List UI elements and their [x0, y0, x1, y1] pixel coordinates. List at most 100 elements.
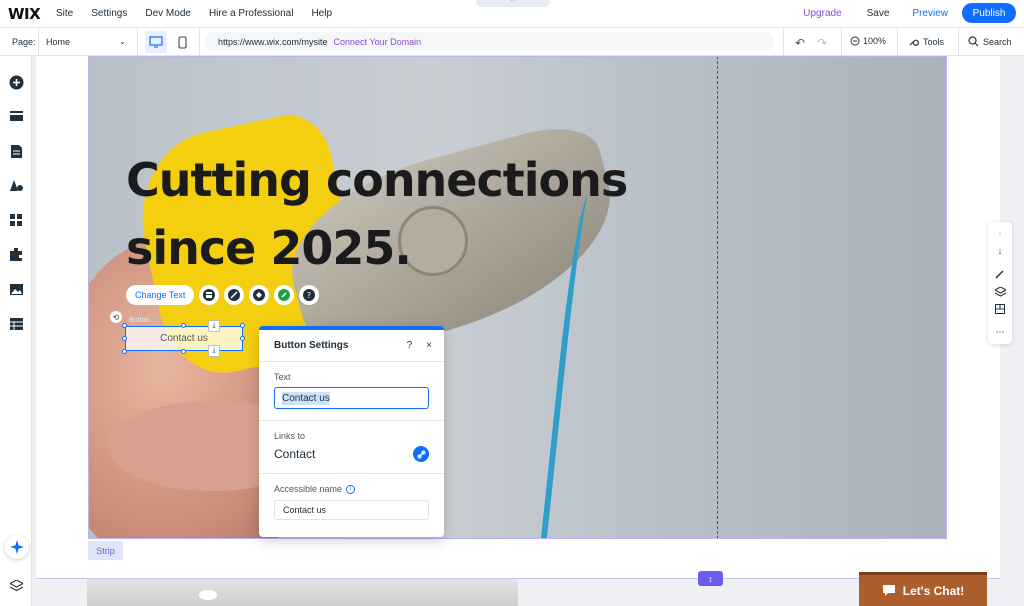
button-text-value: Contact us	[282, 391, 330, 405]
resize-handle[interactable]	[122, 323, 127, 328]
button-text-input[interactable]: Contact us	[274, 387, 429, 409]
link-icon	[278, 289, 291, 301]
mobile-view-button[interactable]	[171, 31, 193, 53]
divider	[199, 28, 200, 56]
resize-handle[interactable]	[122, 336, 127, 341]
editor-toolbar: Page: Home ⌄ https://www.wix.com/mysite …	[0, 28, 1024, 56]
pages-icon[interactable]	[8, 143, 24, 159]
section-resize-handle-icon[interactable]: ↕	[698, 571, 723, 586]
divider	[897, 28, 898, 56]
accessible-name-input[interactable]: Contact us	[274, 500, 429, 520]
help-tool-button[interactable]: ?	[299, 285, 320, 305]
divider	[783, 28, 784, 56]
upgrade-link[interactable]: Upgrade	[791, 8, 853, 19]
link-tool-button[interactable]	[274, 285, 295, 305]
change-text-button[interactable]: Change Text	[126, 285, 195, 305]
divider	[38, 28, 39, 56]
undo-redo: ↶ ↷	[795, 36, 827, 50]
info-icon[interactable]: i	[346, 484, 356, 494]
rotate-handle-icon[interactable]: ⟲	[110, 311, 122, 323]
main-menu: Site Settings Dev Mode Hire a Profession…	[48, 8, 341, 19]
design-tool-button[interactable]	[224, 285, 245, 305]
search-button[interactable]: Search	[968, 36, 1012, 47]
layers-icon[interactable]	[994, 286, 1006, 298]
resize-handle[interactable]	[122, 349, 127, 354]
help-icon[interactable]: ?	[407, 340, 413, 351]
preview-button[interactable]: Preview	[902, 8, 962, 19]
collapse-bar-handle[interactable]: ^	[476, 0, 550, 7]
move-down-icon[interactable]: ↓	[994, 245, 1006, 257]
menu-settings[interactable]: Settings	[82, 8, 136, 19]
desktop-view-button[interactable]	[145, 31, 167, 53]
menu-site[interactable]: Site	[48, 8, 82, 19]
resize-handle[interactable]	[181, 323, 186, 328]
help-icon: ?	[303, 289, 316, 301]
svg-text:?: ?	[307, 291, 311, 300]
tools-button[interactable]: Tools	[908, 36, 944, 47]
stretch-handle-icon[interactable]: ⤓	[208, 345, 220, 357]
contact-us-button-selected[interactable]: Contact us	[125, 326, 243, 351]
zoom-control[interactable]: 100%	[850, 36, 886, 46]
business-tools-icon[interactable]	[8, 246, 24, 262]
column-guide	[717, 56, 718, 539]
accessible-name-label: Accessible name	[274, 484, 343, 494]
accessible-name-label-row: Accessible name i	[274, 484, 429, 494]
links-row: Contact	[274, 446, 429, 462]
layout-icon	[203, 289, 216, 301]
move-up-icon[interactable]: ↑	[994, 228, 1006, 240]
mobile-icon	[177, 35, 187, 49]
menu-dev-mode[interactable]: Dev Mode	[136, 8, 200, 19]
edit-link-button[interactable]	[413, 446, 429, 462]
element-floating-toolbar: Change Text ?	[126, 285, 320, 305]
connect-domain-link[interactable]: Connect Your Domain	[334, 37, 422, 47]
more-actions-icon[interactable]: ⋯	[994, 326, 1006, 338]
menu-help[interactable]: Help	[302, 8, 341, 19]
next-section-preview[interactable]	[87, 579, 518, 606]
button-settings-panel: Button Settings ? × Text Contact us Link…	[259, 326, 444, 537]
publish-button[interactable]: Publish	[962, 3, 1016, 23]
edit-pencil-icon[interactable]	[994, 268, 1006, 280]
resize-handle[interactable]	[240, 323, 245, 328]
right-quick-actions: ↑ ↓ ⋯	[988, 222, 1012, 344]
layout-tool-button[interactable]	[199, 285, 220, 305]
text-field-label: Text	[274, 372, 291, 382]
left-sidebar	[0, 56, 32, 606]
divider	[137, 28, 138, 56]
undo-icon[interactable]: ↶	[795, 36, 805, 50]
page-label: Page:	[12, 36, 36, 47]
layout-grid-icon[interactable]	[994, 303, 1006, 315]
animation-tool-button[interactable]	[249, 285, 270, 305]
sections-icon[interactable]	[8, 109, 24, 125]
panel-header: Button Settings ? ×	[259, 330, 444, 362]
ai-assistant-button[interactable]	[5, 535, 29, 559]
hero-heading[interactable]: Cutting connections since 2025.	[126, 146, 628, 282]
cms-icon[interactable]	[8, 316, 24, 332]
redo-icon[interactable]: ↷	[817, 36, 827, 50]
wix-logo[interactable]: WIX	[0, 5, 48, 23]
element-type-label: Button	[129, 317, 150, 324]
site-url-bar: https://www.wix.com/mysite Connect Your …	[204, 32, 774, 51]
ceiling-light-image	[199, 590, 217, 600]
media-icon[interactable]	[8, 281, 24, 297]
resize-handle[interactable]	[240, 336, 245, 341]
page-selector[interactable]: Home ⌄	[46, 37, 126, 47]
layers-panel-icon[interactable]	[8, 578, 24, 594]
menu-hire-professional[interactable]: Hire a Professional	[200, 8, 302, 19]
top-bar: WIX Site Settings Dev Mode Hire a Profes…	[0, 0, 1024, 28]
stretch-handle-icon[interactable]: ⤓	[208, 320, 220, 332]
panel-title: Button Settings	[274, 340, 349, 351]
link-icon	[416, 449, 426, 459]
apps-icon[interactable]	[8, 212, 24, 228]
links-section: Links to Contact	[259, 421, 444, 462]
design-icon[interactable]	[8, 177, 24, 193]
chat-bubble-icon	[882, 585, 895, 596]
sparkle-icon	[10, 540, 24, 554]
panel-actions: ? ×	[407, 340, 432, 351]
save-button[interactable]: Save	[854, 8, 903, 19]
links-to-value: Contact	[274, 447, 316, 461]
strip-tag[interactable]: Strip	[88, 541, 123, 560]
add-elements-icon[interactable]	[8, 74, 24, 90]
resize-handle[interactable]	[181, 349, 186, 354]
lets-chat-widget[interactable]: Let's Chat!	[859, 572, 987, 606]
close-icon[interactable]: ×	[426, 340, 432, 351]
